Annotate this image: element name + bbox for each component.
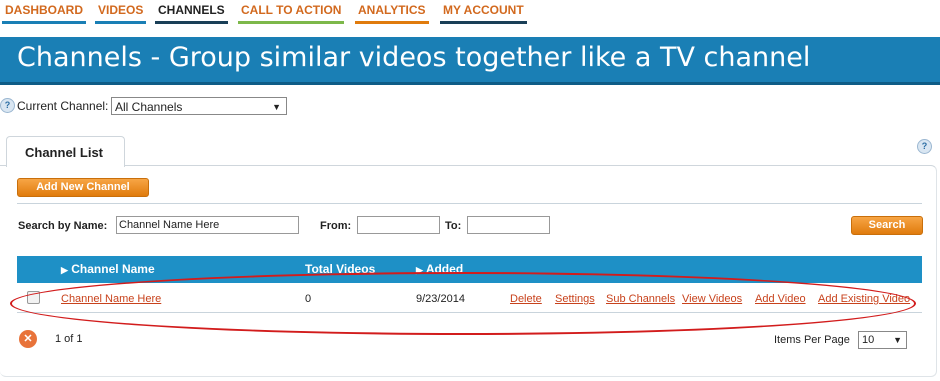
nav-call-to-action-label: CALL TO ACTION (241, 3, 342, 17)
items-per-page-select[interactable]: 10 ▼ (858, 331, 907, 349)
table-row: Channel Name Here 0 9/23/2014 Delete Set… (17, 285, 922, 313)
page-title: Channels - Group similar videos together… (17, 42, 811, 73)
add-new-channel-button[interactable]: Add New Channel (17, 178, 149, 197)
row-checkbox[interactable] (27, 291, 40, 304)
current-channel-label: Current Channel: (17, 99, 109, 113)
search-by-name-label: Search by Name: (18, 220, 108, 232)
total-videos-header-label: Total Videos (305, 262, 376, 276)
tab-channel-list-label: Channel List (25, 145, 104, 160)
nav-analytics-underline (355, 21, 429, 24)
nav-my-account-underline (440, 21, 527, 24)
channel-name-header-label: Channel Name (71, 262, 155, 276)
sub-channels-link[interactable]: Sub Channels (606, 293, 675, 305)
dropdown-arrow-icon: ▼ (272, 102, 281, 112)
current-channel-select[interactable]: All Channels ▼ (111, 97, 287, 115)
tab-channel-list[interactable]: Channel List (6, 136, 125, 167)
settings-link[interactable]: Settings (555, 293, 595, 305)
items-per-page-label: Items Per Page (774, 334, 850, 346)
from-date-input[interactable] (357, 216, 440, 234)
nav-channels-label: CHANNELS (158, 3, 225, 17)
added-date-cell: 9/23/2014 (416, 293, 465, 305)
add-video-link[interactable]: Add Video (755, 293, 806, 305)
column-header-added[interactable]: ▶ Added (416, 262, 463, 276)
add-existing-video-link[interactable]: Add Existing Video (818, 293, 922, 305)
nav-channels[interactable]: CHANNELS (155, 0, 228, 24)
nav-dashboard-underline (2, 21, 86, 24)
view-videos-link[interactable]: View Videos (682, 293, 742, 305)
from-label: From: (320, 220, 352, 232)
total-videos-cell: 0 (305, 293, 312, 305)
column-header-total-videos[interactable]: Total Videos (305, 262, 375, 276)
table-header: ▶ Channel Name Total Videos ▶ Added (17, 256, 922, 283)
nav-videos[interactable]: VIDEOS (95, 0, 147, 24)
nav-analytics[interactable]: ANALYTICS (355, 0, 429, 24)
nav-my-account-label: MY ACCOUNT (443, 3, 524, 17)
add-new-channel-label: Add New Channel (36, 181, 130, 193)
help-icon[interactable]: ? (0, 98, 15, 113)
column-header-channel-name[interactable]: ▶ Channel Name (61, 262, 155, 276)
top-nav: DASHBOARD VIDEOS CHANNELS CALL TO ACTION… (0, 0, 940, 26)
channel-name-link[interactable]: Channel Name Here (61, 293, 161, 305)
nav-dashboard-label: DASHBOARD (5, 3, 83, 17)
delete-link[interactable]: Delete (510, 293, 542, 305)
nav-dashboard[interactable]: DASHBOARD (2, 0, 86, 24)
nav-call-to-action[interactable]: CALL TO ACTION (238, 0, 345, 24)
page-banner: Channels - Group similar videos together… (0, 37, 940, 85)
nav-analytics-label: ANALYTICS (358, 3, 426, 17)
search-name-value: Channel Name Here (119, 219, 220, 231)
search-button-label: Search (868, 219, 906, 231)
pager-text: 1 of 1 (55, 333, 83, 345)
sort-arrow-icon: ▶ (416, 265, 423, 275)
panel-help-icon[interactable]: ? (917, 139, 932, 154)
nav-my-account[interactable]: MY ACCOUNT (440, 0, 527, 24)
nav-videos-underline (95, 21, 147, 24)
search-name-input[interactable]: Channel Name Here (116, 216, 299, 234)
nav-call-to-action-underline (238, 21, 345, 24)
search-button[interactable]: Search (851, 216, 923, 235)
added-header-label: Added (425, 262, 464, 276)
nav-videos-label: VIDEOS (98, 3, 144, 17)
divider (17, 203, 922, 204)
dropdown-arrow-icon: ▼ (893, 335, 902, 345)
to-date-input[interactable] (467, 216, 550, 234)
current-channel-value: All Channels (115, 100, 183, 114)
to-label: To: (445, 220, 462, 232)
pager-first-icon[interactable]: ✕ (19, 330, 37, 348)
nav-channels-underline (155, 21, 228, 24)
items-per-page-value: 10 (862, 334, 875, 346)
sort-arrow-icon: ▶ (61, 265, 68, 275)
